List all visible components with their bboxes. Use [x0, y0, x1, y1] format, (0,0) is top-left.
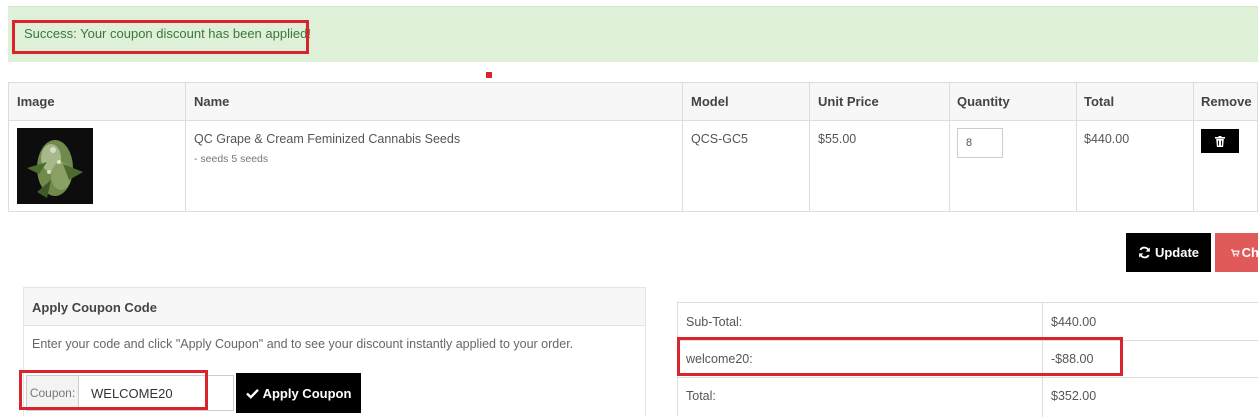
product-option: - seeds 5 seeds	[194, 153, 269, 165]
red-marker	[486, 72, 492, 78]
coupon-discount-label: welcome20:	[686, 352, 753, 366]
apply-coupon-button[interactable]: Apply Coupon	[236, 373, 361, 413]
totals-row-coupon: welcome20: -$88.00	[678, 340, 1258, 378]
subtotal-label: Sub-Total:	[686, 315, 743, 329]
subtotal-value: $440.00	[1051, 315, 1097, 329]
product-name-link[interactable]: QC Grape & Cream Feminized Cannabis Seed…	[194, 132, 460, 146]
totals-row-total: Total: $352.00	[678, 377, 1258, 414]
check-icon	[245, 388, 259, 399]
cart-icon	[1231, 248, 1240, 257]
total-value: $352.00	[1051, 389, 1097, 403]
refresh-icon	[1139, 246, 1150, 259]
col-header-unit-price: Unit Price	[818, 94, 879, 109]
update-label: Update	[1154, 245, 1200, 260]
checkout-label: Ch	[1241, 245, 1258, 260]
product-unit-price: $55.00	[818, 132, 857, 146]
success-message: Success: Your coupon discount has been a…	[24, 26, 311, 41]
product-model: QCS-GC5	[691, 132, 748, 146]
checkout-button[interactable]: Ch	[1215, 233, 1258, 272]
coupon-code-input[interactable]	[79, 376, 233, 410]
remove-button[interactable]	[1201, 129, 1239, 153]
coupon-discount-value: -$88.00	[1051, 352, 1094, 366]
col-header-name: Name	[194, 94, 230, 109]
coupon-input-group: Coupon:	[26, 375, 234, 411]
totals-table: Sub-Total: $440.00 welcome20: -$88.00 To…	[677, 302, 1258, 417]
coupon-title: Apply Coupon Code	[32, 300, 157, 315]
col-header-model: Model	[691, 94, 729, 109]
col-header-remove: Remove	[1201, 94, 1252, 109]
col-header-quantity: Quantity	[957, 94, 1010, 109]
product-image[interactable]	[17, 128, 93, 204]
apply-coupon-label: Apply Coupon	[262, 385, 352, 401]
total-label: Total:	[686, 389, 716, 403]
product-total: $440.00	[1084, 132, 1130, 146]
trash-icon	[1215, 135, 1225, 147]
col-header-total: Total	[1084, 94, 1115, 109]
update-button[interactable]: Update	[1126, 233, 1211, 272]
coupon-addon-label: Coupon:	[27, 376, 79, 410]
cart-table: Image Name Model Unit Price Quantity Tot…	[8, 82, 1258, 212]
totals-row-subtotal: Sub-Total: $440.00	[678, 303, 1258, 341]
col-header-image: Image	[17, 94, 55, 109]
quantity-input[interactable]	[957, 128, 1003, 158]
coupon-description: Enter your code and click "Apply Coupon"…	[32, 337, 574, 351]
